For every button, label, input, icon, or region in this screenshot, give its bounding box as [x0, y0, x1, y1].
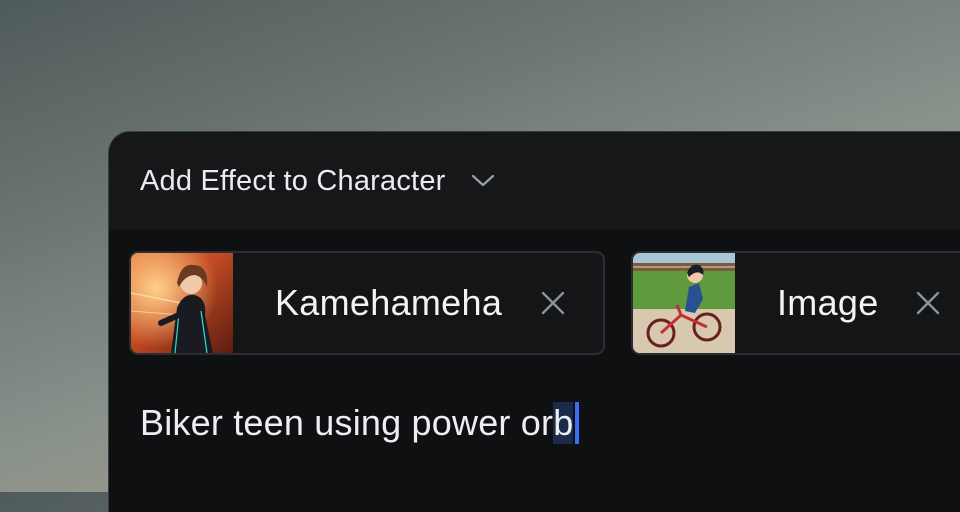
prompt-text: Biker teen using power or — [140, 402, 554, 443]
chip-image[interactable]: Image — [631, 251, 960, 355]
reference-chips: Kamehameha Image — [129, 251, 960, 355]
prompt-selected-text: b — [553, 402, 574, 444]
chevron-down-icon[interactable] — [470, 168, 496, 194]
prompt-input[interactable]: Biker teen using power or b — [140, 400, 580, 446]
text-caret — [575, 402, 580, 444]
effect-panel: Add Effect to Character Kamehameha Image… — [108, 131, 960, 512]
chip-label: Image — [777, 282, 879, 323]
anime-girl-energy-thumbnail — [131, 253, 233, 353]
mode-title[interactable]: Add Effect to Character — [140, 165, 446, 198]
biker-teen-thumbnail — [633, 253, 735, 353]
close-icon[interactable] — [538, 288, 568, 318]
chip-kamehameha[interactable]: Kamehameha — [129, 251, 605, 355]
chip-label: Kamehameha — [275, 282, 503, 323]
panel-header: Add Effect to Character — [109, 132, 960, 230]
close-icon[interactable] — [913, 288, 943, 318]
